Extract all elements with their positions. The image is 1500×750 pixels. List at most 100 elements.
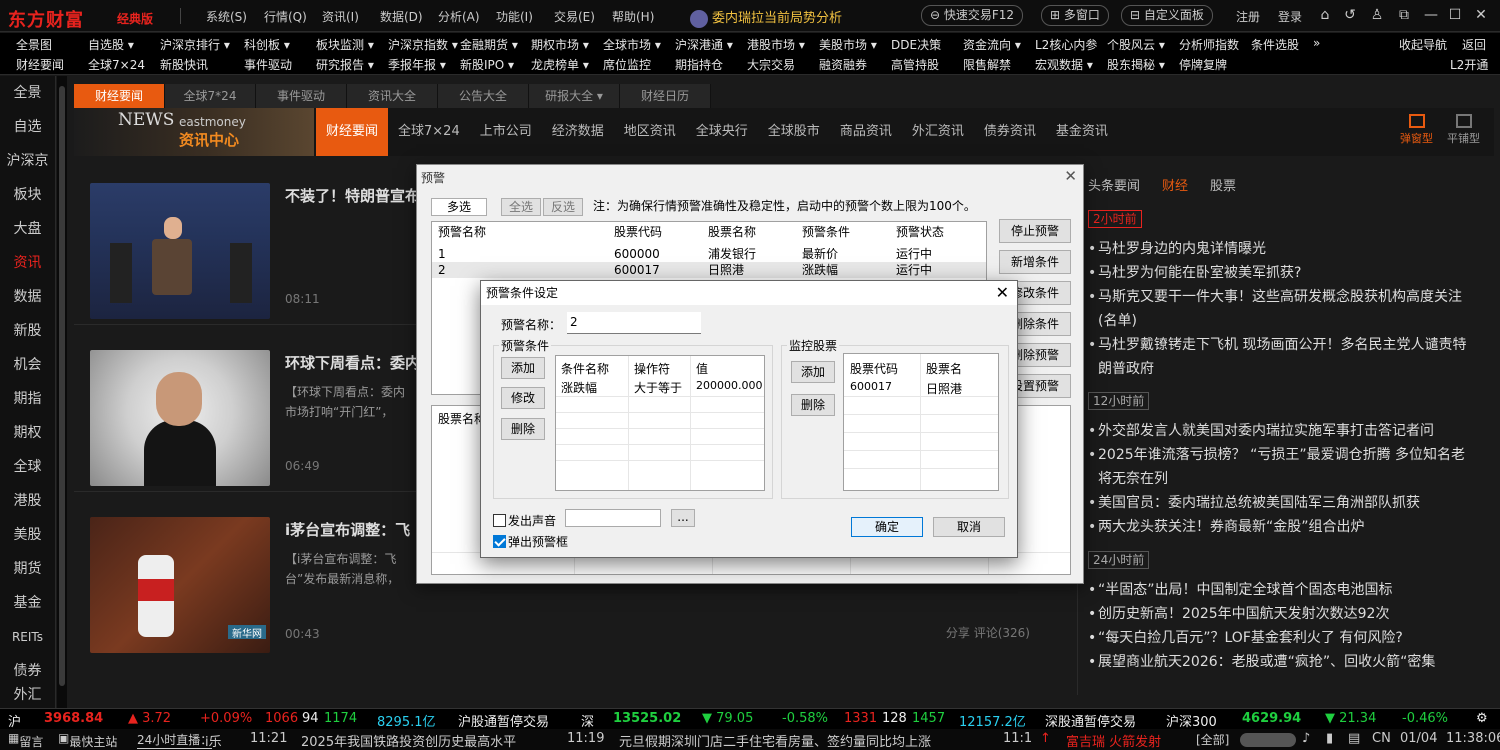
table-row[interactable]: 1 600000 浦发银行 最新价 运行中 [432,246,986,262]
tab-calendar[interactable]: 财经日历 [620,84,711,108]
menu-function[interactable]: 功能(I) [496,8,554,25]
close-icon[interactable]: ✕ [1064,167,1077,185]
checkbox-box-checked[interactable] [493,535,506,548]
headline-ticker[interactable]: 委内瑞拉当前局势分析 [690,7,842,28]
fastest-server[interactable]: ▣ 最快主站 [58,731,117,749]
nav-item[interactable]: 美股市场 ▾ [819,36,877,53]
maximize-icon[interactable]: ☐ [1446,6,1464,24]
nav-item[interactable]: L2核心内参 [1035,36,1097,53]
sidebar-item-bonds[interactable]: 债券 [0,654,55,688]
checkbox-box[interactable] [493,514,506,527]
sidebar-item-watchlist[interactable]: 自选 [0,110,55,144]
restore-icon[interactable]: ⧉ [1395,6,1413,24]
l2-open-link[interactable]: L2开通 [1450,56,1488,73]
column-header[interactable]: 预警名称 [438,224,486,240]
table-row[interactable]: 2 600017 日照港 涨跌幅 运行中 [432,262,986,278]
column-header[interactable]: 预警条件 [802,224,850,240]
news-tab[interactable]: 上市公司 [470,108,542,156]
nav-item[interactable]: 沪深京排行 ▾ [160,36,230,53]
news-tab[interactable]: 外汇资讯 [902,108,974,156]
cancel-button[interactable]: 取消 [933,517,1005,537]
column-header[interactable]: 预警状态 [896,224,944,240]
nav-item[interactable]: 资金流向 ▾ [963,36,1021,53]
nav-item[interactable]: 宏观数据 ▾ [1035,56,1093,73]
right-news-item[interactable]: 2025年谁流落亏损榜？ “亏损王”最爱调仓折腾 多位知名老将无奈在列 [1088,443,1468,491]
tab-announcements[interactable]: 公告大全 [438,84,529,108]
alert-name-input[interactable]: 2 [567,312,701,334]
hs300-label[interactable]: 沪深300 [1166,711,1217,730]
sh-connect-status[interactable]: 沪股通暂停交易 [458,711,549,730]
return-link[interactable]: 返回 [1462,36,1486,53]
sidebar-item-global[interactable]: 全球 [0,450,55,484]
nav-item[interactable]: 大宗交易 [747,56,795,73]
column-header[interactable]: 股票名称 [708,224,756,240]
tile-layout-button[interactable]: 平铺型 [1447,114,1480,146]
nav-item[interactable]: 沪深港通 ▾ [675,36,733,53]
nav-item[interactable]: 新股IPO ▾ [460,56,514,73]
sidebar-item-hk[interactable]: 港股 [0,484,55,518]
nav-item[interactable]: 席位监控 [603,56,651,73]
menu-data[interactable]: 数据(D) [380,8,438,25]
sidebar-item-opportunity[interactable]: 机会 [0,348,55,382]
sh-index[interactable]: 3968.84 [44,711,103,726]
sound-checkbox[interactable]: 发出声音 [493,512,556,529]
nav-item[interactable]: 全球7×24 [88,56,145,73]
menu-quotes[interactable]: 行情(Q) [264,8,322,25]
nav-item[interactable]: 股东揭秘 ▾ [1107,56,1165,73]
column-header[interactable]: 值 [696,360,708,377]
column-header[interactable]: 股票代码 [614,224,662,240]
login-link[interactable]: 登录 [1278,8,1302,25]
news-tab[interactable]: 地区资讯 [614,108,686,156]
nav-item[interactable]: 个股风云 ▾ [1107,36,1165,53]
multi-window-button[interactable]: ⊞ 多窗口 [1041,5,1109,26]
add-condition-button[interactable]: 新增条件 [999,250,1071,274]
menu-trade[interactable]: 交易(E) [554,8,612,25]
condition-list[interactable]: 条件名称 操作符 值 涨跌幅 大于等于 200000.000 [555,355,765,491]
tab-event-driven[interactable]: 事件驱动 [256,84,347,108]
right-news-item[interactable]: 美国官员：委内瑞拉总统被美国陆军三角洲部队抓获 [1088,491,1468,515]
live-label[interactable]: 24小时直播： [137,731,213,749]
nav-item[interactable]: 财经要闻 [16,56,64,73]
nav-item[interactable]: 研究报告 ▾ [316,56,374,73]
nav-item[interactable]: 停牌复牌 [1179,56,1227,73]
stop-alert-button[interactable]: 停止预警 [999,219,1071,243]
news-tab[interactable]: 经济数据 [542,108,614,156]
sidebar-item-index-futures[interactable]: 期指 [0,382,55,416]
column-header[interactable]: 操作符 [634,360,670,377]
settings-icon[interactable]: ⚙ [1476,711,1488,726]
sidebar-item-options[interactable]: 期权 [0,416,55,450]
nav-item[interactable]: 条件选股 [1251,36,1299,53]
news-tab[interactable]: 商品资讯 [830,108,902,156]
filter-all[interactable]: [全部] [1196,731,1229,748]
close-icon[interactable]: ✕ [1472,6,1490,24]
menu-system[interactable]: 系统(S) [206,8,264,25]
menu-analysis[interactable]: 分析(A) [438,8,496,25]
sidebar-item-reits[interactable]: REITs [0,620,55,654]
right-news-item[interactable]: 马斯克又要干一件大事！这些高研发概念股获机构高度关注(名单) [1088,285,1468,333]
sidebar-item-us[interactable]: 美股 [0,518,55,552]
select-all-button[interactable]: 全选 [501,198,541,216]
delete-condition-button[interactable]: 删除 [501,418,545,440]
sz-connect-status[interactable]: 深股通暂停交易 [1045,711,1136,730]
nav-item[interactable]: 新股快讯 [160,56,208,73]
news-tab[interactable]: 基金资讯 [1046,108,1118,156]
invert-select-button[interactable]: 反选 [543,198,583,216]
share-link[interactable]: 分享 [946,626,970,640]
hs300-index[interactable]: 4629.94 [1242,711,1301,726]
tab-research[interactable]: 研报大全 ▾ [529,84,620,108]
news-tab[interactable]: 全球股市 [758,108,830,156]
nav-item[interactable]: 季报年报 ▾ [388,56,446,73]
nav-item[interactable]: 限售解禁 [963,56,1011,73]
sidebar-item-funds[interactable]: 基金 [0,586,55,620]
nav-item[interactable]: 沪深京指数 ▾ [388,36,458,53]
sidebar-item-market[interactable]: 大盘 [0,212,55,246]
nav-item[interactable]: 自选股 ▾ [88,36,134,53]
sidebar-item-news[interactable]: 资讯 [0,246,55,280]
nav-item[interactable]: DDE决策 [891,36,941,53]
nav-item[interactable]: 全景图 [16,36,52,53]
popup-layout-button[interactable]: 弹窗型 [1400,114,1433,146]
sidebar-item-data[interactable]: 数据 [0,280,55,314]
column-header[interactable]: 条件名称 [561,360,609,377]
sound-file-input[interactable] [565,509,661,527]
add-stock-button[interactable]: 添加 [791,361,835,383]
